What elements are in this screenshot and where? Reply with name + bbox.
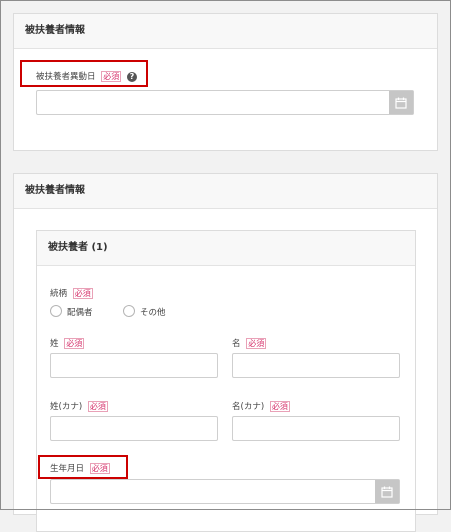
required-badge: 必須 bbox=[72, 288, 93, 299]
surname-kana-label: 姓(カナ) bbox=[50, 402, 83, 412]
card-title: 被扶養者情報 bbox=[14, 14, 437, 49]
calendar-button[interactable] bbox=[389, 91, 413, 114]
required-badge: 必須 bbox=[269, 401, 290, 412]
surname-label-row: 姓 必須 bbox=[50, 337, 85, 349]
required-badge: 必須 bbox=[87, 401, 108, 412]
relationship-label-row: 続柄 必須 bbox=[50, 287, 93, 299]
radio-other[interactable] bbox=[123, 305, 135, 317]
calendar-icon bbox=[395, 97, 407, 109]
required-badge: 必須 bbox=[246, 338, 267, 349]
given-name-kana-label: 名(カナ) bbox=[232, 402, 265, 412]
surname-kana-input[interactable] bbox=[50, 416, 218, 441]
surname-kana-label-row: 姓(カナ) 必須 bbox=[50, 400, 108, 412]
highlight-birthdate bbox=[38, 455, 128, 479]
surname-input[interactable] bbox=[50, 353, 218, 378]
radio-other-label[interactable]: その他 bbox=[140, 306, 166, 318]
calendar-button[interactable] bbox=[375, 480, 399, 503]
change-date-input[interactable] bbox=[36, 90, 414, 115]
birthdate-input[interactable] bbox=[50, 479, 400, 504]
card-title: 被扶養者情報 bbox=[14, 174, 437, 209]
relationship-label: 続柄 bbox=[50, 289, 68, 299]
surname-label: 姓 bbox=[50, 339, 59, 349]
given-name-label-row: 名 必須 bbox=[232, 337, 267, 349]
calendar-icon bbox=[381, 486, 393, 498]
given-name-kana-label-row: 名(カナ) 必須 bbox=[232, 400, 290, 412]
given-name-kana-input[interactable] bbox=[232, 416, 400, 441]
highlight-change-date bbox=[20, 60, 148, 87]
radio-spouse-label[interactable]: 配偶者 bbox=[67, 306, 93, 318]
required-badge: 必須 bbox=[64, 338, 85, 349]
dependent-1-title: 被扶養者 (1) bbox=[37, 231, 415, 266]
radio-spouse[interactable] bbox=[50, 305, 62, 317]
given-name-input[interactable] bbox=[232, 353, 400, 378]
dependent-1-card: 被扶養者 (1) 続柄 必須 配偶者 その他 姓 必須 名 必須 姓(カナ) 必… bbox=[36, 230, 416, 532]
given-name-label: 名 bbox=[232, 339, 241, 349]
